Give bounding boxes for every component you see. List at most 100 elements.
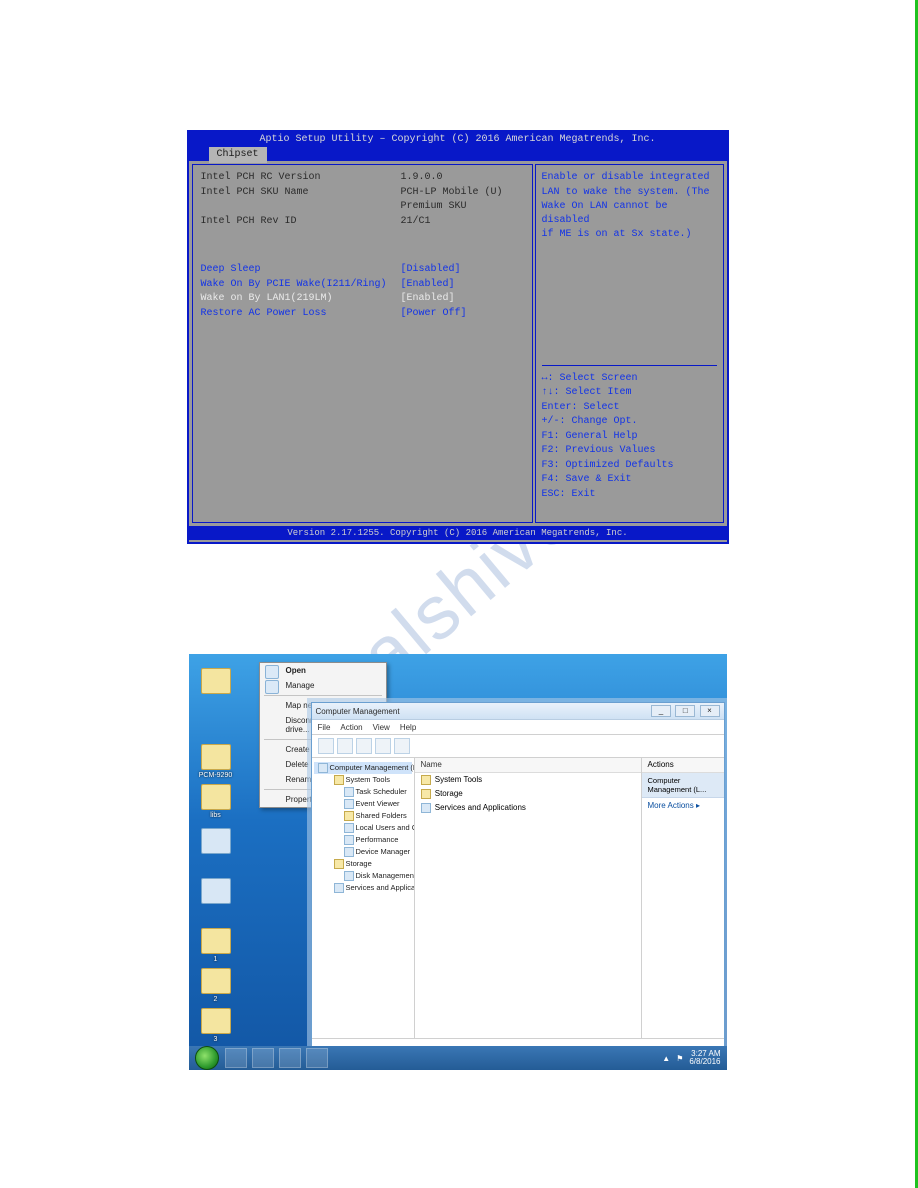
tray-clock[interactable]: 3:27 AM 6/8/2016 (689, 1050, 720, 1067)
menu-help[interactable]: Help (400, 723, 416, 732)
actions-pane: Actions Computer Management (L... More A… (642, 758, 724, 1038)
toolbar-help-icon[interactable] (394, 738, 410, 754)
ctx-manage[interactable]: Manage (260, 678, 386, 693)
desktop-icon[interactable]: 1 (195, 928, 237, 963)
taskbar-ie-icon[interactable] (225, 1048, 247, 1068)
tree-shared-folders[interactable]: Shared Folders (314, 810, 412, 822)
list-label: Services and Applications (435, 803, 526, 812)
help-line: Enable or disable integrated (542, 171, 717, 185)
close-button[interactable]: × (700, 705, 720, 717)
bios-option-label: Restore AC Power Loss (201, 307, 401, 321)
bios-option-wake-lan1[interactable]: Wake on By LAN1(219LM) [Enabled] (201, 292, 524, 306)
bios-body: Intel PCH RC Version 1.9.0.0 Intel PCH S… (189, 161, 727, 526)
desktop-icon[interactable]: 2 (195, 968, 237, 1003)
toolbar (312, 735, 724, 758)
tree-label: Task Scheduler (356, 787, 407, 796)
storage-icon (334, 859, 344, 869)
icon-label: libs (210, 812, 221, 819)
ctx-open[interactable]: Open (260, 663, 386, 678)
menu-view[interactable]: View (373, 723, 390, 732)
tree-performance[interactable]: Performance (314, 834, 412, 846)
tree-label: Computer Management (Local (330, 763, 415, 772)
actions-header: Actions (642, 758, 724, 773)
folder-icon (201, 744, 231, 770)
desktop-icon[interactable]: PCM-9290 (195, 744, 237, 779)
actions-group: Computer Management (L... (642, 773, 724, 798)
bios-option-deep-sleep[interactable]: Deep Sleep [Disabled] (201, 263, 524, 277)
tree-storage[interactable]: Storage (314, 858, 412, 870)
bios-info-label: Intel PCH Rev ID (201, 215, 401, 229)
desktop-icon[interactable] (195, 878, 237, 906)
bios-option-restore-ac[interactable]: Restore AC Power Loss [Power Off] (201, 307, 524, 321)
bios-option-value: [Enabled] (401, 292, 455, 306)
tree-label: Disk Management (356, 871, 415, 880)
list-label: System Tools (435, 775, 482, 784)
system-tray: ▲ ⚑ 3:27 AM 6/8/2016 (662, 1050, 720, 1067)
desktop-icon[interactable] (195, 828, 237, 856)
list-item[interactable]: System Tools (415, 773, 641, 787)
tray-flag-icon[interactable]: ⚑ (676, 1054, 683, 1063)
ctx-label: Open (286, 666, 306, 675)
key-line: ↔: Select Screen (542, 372, 717, 386)
taskbar-explorer-icon[interactable] (252, 1048, 274, 1068)
tree-event-viewer[interactable]: Event Viewer (314, 798, 412, 810)
bios-option-value: [Disabled] (401, 263, 461, 277)
tree-disk-management[interactable]: Disk Management (314, 870, 412, 882)
device-icon (344, 847, 354, 857)
list-header-name[interactable]: Name (415, 758, 641, 773)
bios-option-wake-pcie[interactable]: Wake On By PCIE Wake(I211/Ring) [Enabled… (201, 278, 524, 292)
tree-system-tools[interactable]: System Tools (314, 774, 412, 786)
list-item[interactable]: Storage (415, 787, 641, 801)
actions-more[interactable]: More Actions ▸ (642, 798, 724, 813)
folder-icon (201, 1008, 231, 1034)
ctx-label: Delete (286, 760, 309, 769)
bios-tabbar: Chipset (189, 147, 727, 161)
toolbar-back-icon[interactable] (318, 738, 334, 754)
tree-task-scheduler[interactable]: Task Scheduler (314, 786, 412, 798)
bios-info-row: Intel PCH SKU Name PCH-LP Mobile (U) (201, 186, 524, 200)
menu-action[interactable]: Action (340, 723, 362, 732)
menu-file[interactable]: File (318, 723, 331, 732)
open-icon (265, 665, 279, 679)
taskbar: ▲ ⚑ 3:27 AM 6/8/2016 (189, 1046, 727, 1070)
bios-left-pane: Intel PCH RC Version 1.9.0.0 Intel PCH S… (192, 164, 533, 523)
bios-option-value: [Enabled] (401, 278, 455, 292)
windows-screenshot: PCM-9290 libs 1 2 3 Open Manage Map netw… (189, 654, 727, 1070)
folder-icon (201, 968, 231, 994)
bios-option-label: Deep Sleep (201, 263, 401, 277)
tree-device-manager[interactable]: Device Manager (314, 846, 412, 858)
window-titlebar[interactable]: Computer Management _ □ × (312, 703, 724, 720)
drive-icon (201, 828, 231, 854)
menu-bar: File Action View Help (312, 720, 724, 735)
bios-info-value: 21/C1 (401, 215, 431, 229)
desktop-icon[interactable]: 3 (195, 1008, 237, 1043)
key-line: Enter: Select (542, 401, 717, 415)
tray-date: 6/8/2016 (689, 1058, 720, 1066)
toolbar-up-icon[interactable] (356, 738, 372, 754)
minimize-button[interactable]: _ (651, 705, 671, 717)
tray-up-icon[interactable]: ▲ (662, 1054, 670, 1063)
bios-tab-chipset[interactable]: Chipset (209, 147, 267, 163)
chevron-right-icon: ▸ (696, 801, 700, 810)
toolbar-props-icon[interactable] (375, 738, 391, 754)
desktop-icon[interactable] (195, 668, 237, 696)
bios-info-row: Intel PCH RC Version 1.9.0.0 (201, 171, 524, 185)
key-line: ESC: Exit (542, 488, 717, 502)
toolbar-forward-icon[interactable] (337, 738, 353, 754)
bios-help-desc: Enable or disable integrated LAN to wake… (542, 171, 717, 242)
services-icon (421, 803, 431, 813)
maximize-button[interactable]: □ (675, 705, 695, 717)
list-item[interactable]: Services and Applications (415, 801, 641, 815)
bios-option-value: [Power Off] (401, 307, 467, 321)
folder-icon (344, 811, 354, 821)
tree-services-apps[interactable]: Services and Applications (314, 882, 412, 894)
taskbar-pinned (225, 1048, 328, 1068)
desktop-icon[interactable]: libs (195, 784, 237, 819)
bios-info-label: Intel PCH SKU Name (201, 186, 401, 200)
folder-icon (421, 775, 431, 785)
start-button[interactable] (195, 1046, 219, 1070)
tree-local-users[interactable]: Local Users and Groups (314, 822, 412, 834)
tree-root[interactable]: Computer Management (Local (314, 762, 412, 774)
taskbar-media-icon[interactable] (279, 1048, 301, 1068)
taskbar-mmc-icon[interactable] (306, 1048, 328, 1068)
